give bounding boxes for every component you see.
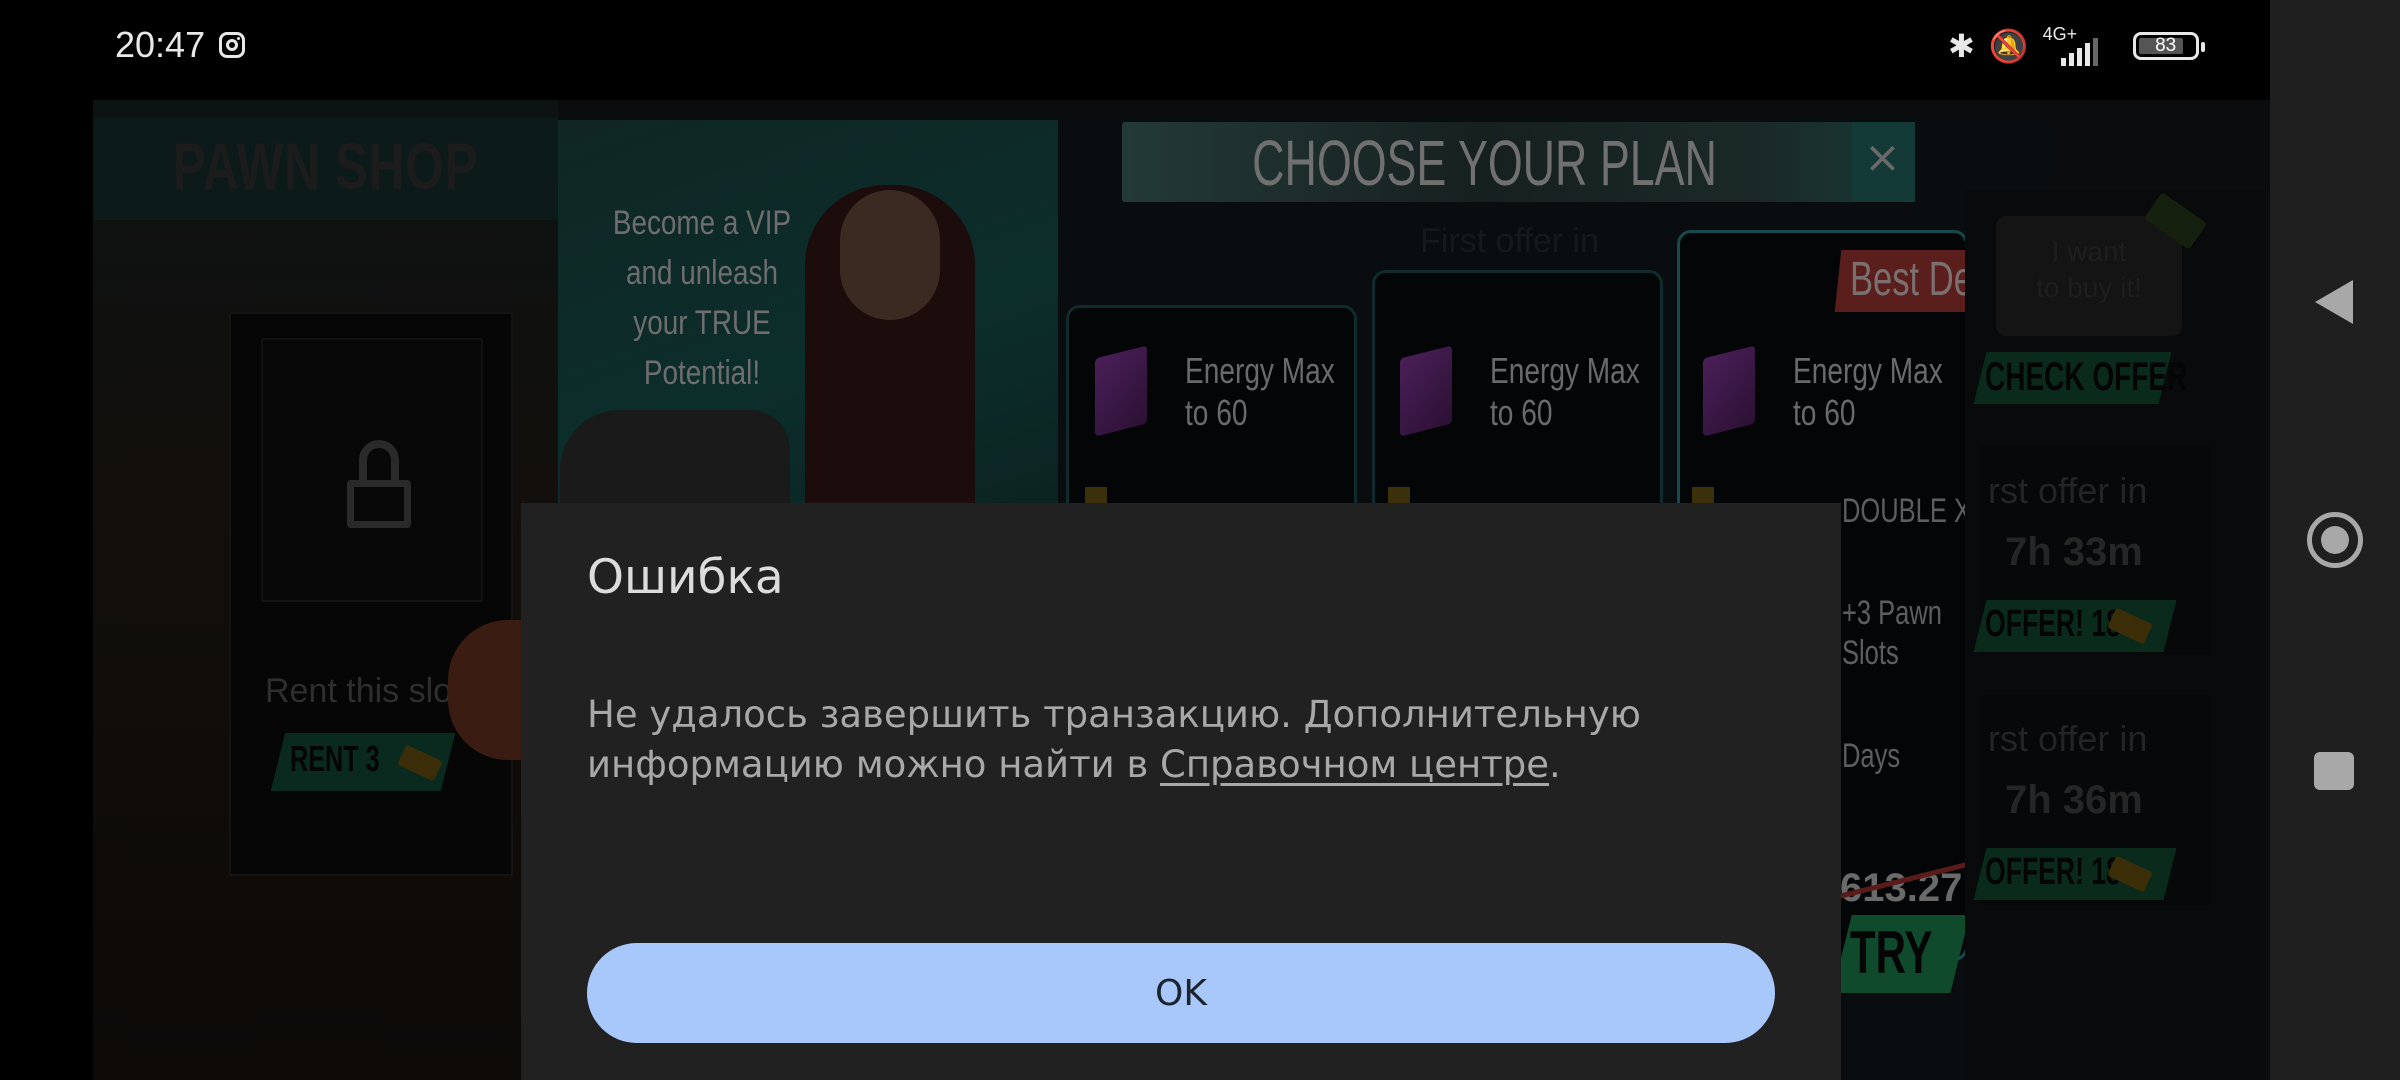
ok-button[interactable]: OK [587,943,1775,1043]
bluetooth-icon: ✱ [1948,27,1975,65]
recents-icon[interactable] [2314,752,2354,790]
signal-icon: 4G+ [2043,24,2113,66]
instagram-icon [219,32,245,58]
offer-timer: 7h 36m [2005,778,2143,822]
clock: 20:47 [115,24,206,65]
pawn-shop-title: PAWN SHOP [172,129,479,203]
bell-muted-icon: 🔕 [1988,27,2029,65]
plan-benefit: Energy Max to 60 [1490,350,1640,433]
lock-icon [347,440,411,530]
first-offer-ghost-text: First offer in [1420,222,1599,260]
plan-benefit-pawn: +3 Pawn [1842,594,1942,632]
dialog-message: Не удалось завершить транзакцию. Дополни… [587,690,1767,790]
energy-icon [1400,345,1452,437]
plan-benefit-days: Days [1842,737,1901,775]
close-icon: × [1864,132,1901,183]
try-button-label: TRY [1850,919,1933,986]
motorcycle-image [560,410,790,515]
back-icon[interactable] [2315,280,2353,324]
check-offer-label: CHECK OFFER [1985,355,2188,399]
plan-benefit: Energy Max to 60 [1793,350,1943,433]
system-icons: ✱ 🔕 4G+ 83 [1948,24,2205,68]
rent-button-label: RENT 3 [290,738,380,779]
offer-button-label: OFFER! 18 [1985,851,2121,893]
battery-percent: 83 [2155,35,2177,56]
dialog-title: Ошибка [587,550,784,605]
want-text-line2: to buy it! [2036,272,2142,303]
offer-label: rst offer in [1988,470,2148,511]
dialog-message-suffix: . [1548,743,1561,786]
plan-benefit: Energy Max to 60 [1185,350,1335,433]
slot-frame [261,338,483,602]
offer-timer: 7h 33m [2005,530,2143,574]
plan-benefit-slots: Slots [1842,634,1899,672]
energy-icon [1095,345,1147,437]
home-icon[interactable] [2307,512,2363,568]
offer-label: rst offer in [1988,718,2148,759]
rent-slot-text: Rent this slo [265,672,453,710]
vip-character-face [840,190,940,320]
battery-icon: 83 [2132,32,2205,60]
plan-title: CHOOSE YOUR PLAN [1252,127,1717,199]
help-center-link[interactable]: Справочном центре [1160,743,1549,786]
energy-icon [1703,345,1755,437]
want-text: I want to buy it! [1996,234,2182,306]
offer-button-label: OFFER! 18 [1985,603,2121,645]
want-text-line1: I want [2051,236,2127,267]
vip-banner-text: Become a VIP and unleash your TRUE Poten… [612,204,792,392]
status-bar: 20:47 ✱ 🔕 4G+ 83 [0,0,2270,95]
pawn-slot[interactable] [229,312,513,876]
